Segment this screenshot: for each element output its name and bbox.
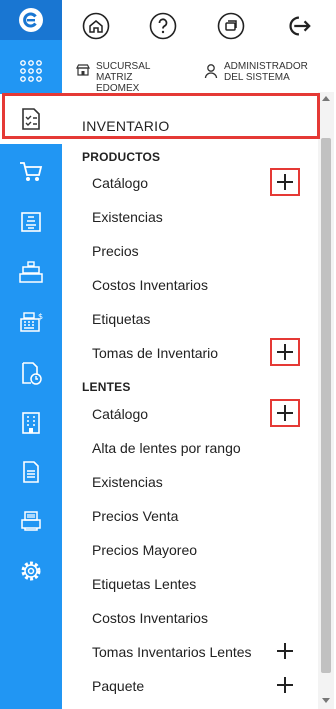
checklist-icon	[22, 108, 40, 130]
gear-icon	[21, 561, 41, 581]
building-icon	[22, 412, 40, 434]
svg-text:$: $	[38, 312, 43, 321]
nav-document[interactable]	[0, 447, 62, 497]
plus-icon-vertical	[284, 677, 286, 693]
nav-settings[interactable]	[0, 546, 62, 596]
windows-icon	[217, 12, 245, 40]
menu-item-productos-etiquetas[interactable]: Etiquetas	[92, 311, 150, 327]
menu-item-lentes-alta-rango[interactable]: Alta de lentes por rango	[92, 440, 241, 456]
expand-lentes-tomas[interactable]	[270, 637, 300, 665]
expand-productos-tomas[interactable]	[270, 338, 300, 366]
branch-line-2: MATRIZ	[96, 72, 133, 83]
scroll-up-arrow-icon[interactable]	[322, 96, 330, 101]
menu-item-lentes-costos[interactable]: Costos Inventarios	[92, 610, 208, 626]
user-line-1: ADMINISTRADOR	[224, 61, 308, 72]
nav-apps-grid[interactable]	[0, 46, 62, 96]
branch-line-1: SUCURSAL	[96, 61, 151, 72]
grid-icon	[20, 60, 42, 82]
app-logo[interactable]	[0, 0, 62, 40]
menu-item-lentes-existencias[interactable]: Existencias	[92, 474, 163, 490]
cart-icon	[20, 162, 43, 181]
logo-icon	[19, 8, 43, 32]
menu-item-productos-existencias[interactable]: Existencias	[92, 209, 163, 225]
branch-text: SUCURSAL MATRIZ EDOMEX	[96, 61, 150, 94]
menu-title: INVENTARIO	[82, 118, 170, 134]
nav-reports-clock[interactable]	[0, 348, 62, 398]
home-button[interactable]	[82, 12, 110, 40]
menu-item-lentes-catalogo[interactable]: Catálogo	[92, 406, 148, 422]
menu-scrollbar[interactable]	[318, 92, 334, 709]
nav-printer[interactable]	[0, 496, 62, 546]
expand-lentes-paquete[interactable]	[270, 671, 300, 699]
nav-cart[interactable]	[0, 147, 62, 197]
cash-register-icon: $	[20, 312, 43, 332]
store-icon	[19, 261, 43, 283]
group-productos: PRODUCTOS	[82, 150, 161, 164]
help-button[interactable]	[149, 12, 177, 40]
menu-item-productos-costos[interactable]: Costos Inventarios	[92, 277, 208, 293]
logout-icon	[289, 16, 311, 36]
nav-cash-register[interactable]: $	[0, 297, 62, 347]
document-clock-icon	[22, 362, 42, 385]
store-icon	[76, 64, 90, 76]
group-lentes: LENTES	[82, 380, 131, 394]
windows-button[interactable]	[217, 12, 245, 40]
plus-icon-vertical	[284, 405, 286, 421]
left-nav-rail: $	[0, 0, 62, 709]
menu-item-productos-precios[interactable]: Precios	[92, 243, 139, 259]
menu-item-lentes-tomas[interactable]: Tomas Inventarios Lentes	[92, 644, 252, 660]
menu-item-lentes-precios-venta[interactable]: Precios Venta	[92, 508, 178, 524]
nav-eye-chart[interactable]	[0, 197, 62, 247]
expand-productos-catalogo[interactable]	[270, 168, 300, 196]
nav-building[interactable]	[0, 398, 62, 448]
expand-lentes-catalogo[interactable]	[270, 399, 300, 427]
menu-item-lentes-etiquetas[interactable]: Etiquetas Lentes	[92, 576, 196, 592]
top-bar	[62, 0, 336, 54]
help-icon	[149, 12, 177, 40]
menu-item-lentes-precios-mayoreo[interactable]: Precios Mayoreo	[92, 542, 197, 558]
document-icon	[23, 461, 39, 483]
inventory-menu: INVENTARIO PRODUCTOS Catálogo Existencia…	[62, 92, 318, 709]
plus-icon-vertical	[284, 643, 286, 659]
home-icon	[82, 12, 110, 40]
plus-icon-vertical	[284, 344, 286, 360]
user-icon	[204, 64, 218, 79]
menu-item-lentes-paquete[interactable]: Paquete	[92, 678, 144, 694]
scroll-down-arrow-icon[interactable]	[322, 698, 330, 703]
eye-chart-icon	[21, 212, 41, 232]
scroll-thumb[interactable]	[321, 138, 331, 673]
menu-item-productos-tomas[interactable]: Tomas de Inventario	[92, 345, 218, 361]
plus-icon-vertical	[284, 174, 286, 190]
user-text: ADMINISTRADOR DEL SISTEMA	[224, 61, 308, 83]
nav-inventory[interactable]	[0, 94, 62, 144]
nav-store[interactable]	[0, 247, 62, 297]
logout-button[interactable]	[284, 12, 312, 40]
menu-item-productos-catalogo[interactable]: Catálogo	[92, 175, 148, 191]
app-root: $ SUCURSAL MATRIZ EDOMEX ADMINISTRADOR D…	[0, 0, 336, 709]
user-line-2: DEL SISTEMA	[224, 72, 290, 83]
printer-icon	[21, 511, 41, 531]
